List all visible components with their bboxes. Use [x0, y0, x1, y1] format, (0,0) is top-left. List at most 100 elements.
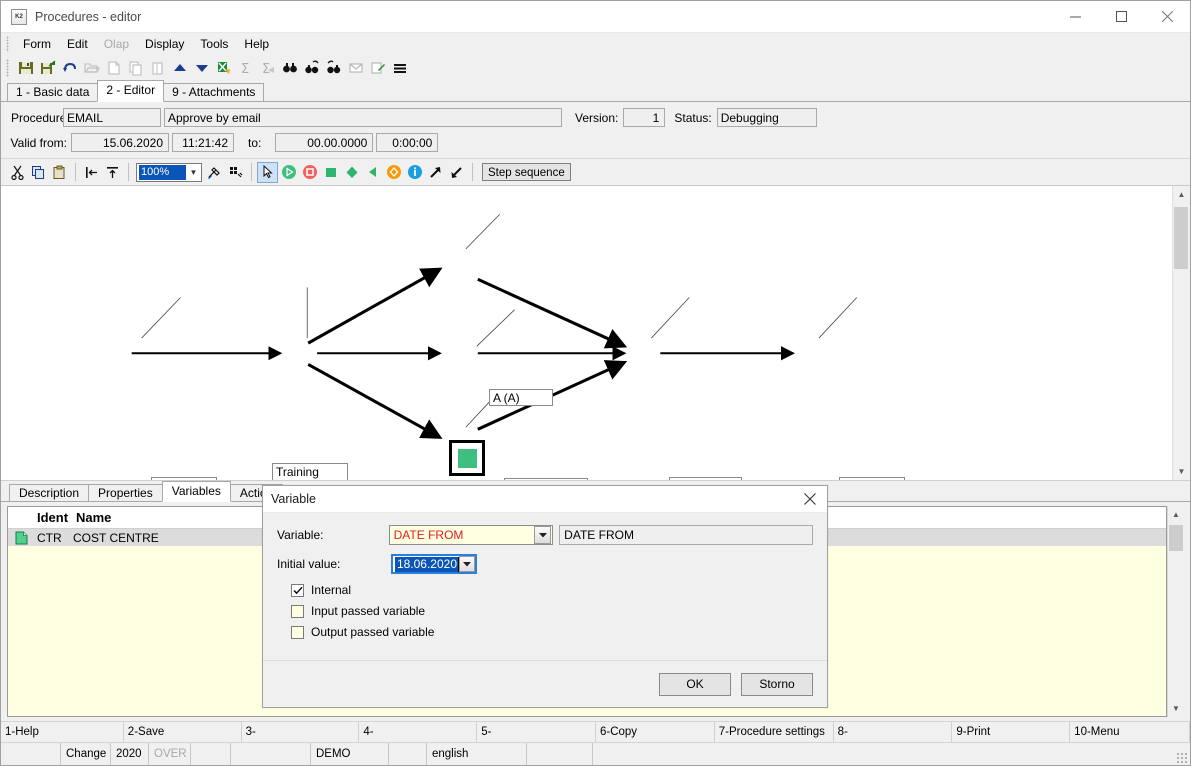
diagram-node-approve-1[interactable] — [449, 440, 485, 476]
fkey-4[interactable]: 4- — [359, 722, 478, 742]
checkbox-input-passed[interactable] — [291, 604, 304, 618]
fkey-10-menu[interactable]: 10-Menu — [1070, 722, 1190, 742]
fkey-9-print[interactable]: 9-Print — [952, 722, 1071, 742]
mail-icon[interactable] — [345, 57, 367, 79]
find-previous-icon[interactable] — [323, 57, 345, 79]
step-sequence-button[interactable]: Step sequence — [482, 163, 571, 181]
chevron-down-icon[interactable]: ▼ — [186, 168, 201, 177]
notes-icon[interactable] — [367, 57, 389, 79]
checkbox-input-passed-row[interactable]: Input passed variable — [291, 604, 813, 618]
cancel-button[interactable]: Storno — [741, 672, 813, 696]
end-node-icon[interactable] — [299, 162, 320, 183]
procedure-code-field[interactable]: EMAIL — [63, 108, 161, 127]
connector-out-icon[interactable] — [425, 162, 446, 183]
minimize-button[interactable] — [1052, 1, 1098, 32]
open-folder-icon[interactable] — [81, 57, 103, 79]
valid-from-time-field[interactable]: 11:21:42 — [172, 133, 234, 152]
tab-editor[interactable]: 2 - Editor — [97, 80, 165, 102]
valid-to-date-field[interactable]: 00.00.0000 — [275, 133, 374, 152]
menu-icon[interactable] — [389, 57, 411, 79]
grid-vertical-scrollbar[interactable]: ▲ ▼ — [1167, 506, 1184, 717]
title-bar: K2 Procedures - editor — [1, 1, 1190, 33]
variable-select[interactable]: DATE FROM — [388, 525, 554, 545]
fkey-5[interactable]: 5- — [477, 722, 596, 742]
save-as-icon[interactable] — [37, 57, 59, 79]
new-document-icon[interactable] — [103, 57, 125, 79]
menu-form[interactable]: Form — [15, 35, 59, 53]
valid-to-time-field[interactable]: 0:00:00 — [376, 133, 439, 152]
settings-icon[interactable] — [225, 162, 246, 183]
sum-icon[interactable]: Σ — [235, 57, 257, 79]
cut-icon[interactable] — [7, 162, 28, 183]
copy-icon[interactable] — [28, 162, 49, 183]
grid-header-ident[interactable]: Ident — [34, 510, 73, 525]
move-down-icon[interactable] — [191, 57, 213, 79]
find-icon[interactable] — [279, 57, 301, 79]
status-field[interactable]: Debugging — [716, 108, 817, 127]
procedure-name-field[interactable]: Approve by email — [164, 108, 562, 127]
zoom-select[interactable]: 100% ▼ — [136, 162, 202, 182]
align-left-icon[interactable] — [81, 162, 102, 183]
checkbox-internal[interactable] — [291, 583, 304, 597]
fkey-2-save[interactable]: 2-Save — [124, 722, 242, 742]
tools-icon[interactable] — [204, 162, 225, 183]
tab-description[interactable]: Description — [9, 484, 90, 501]
chevron-down-icon[interactable] — [534, 526, 552, 544]
canvas-vertical-scrollbar[interactable]: ▲ ▼ — [1172, 186, 1190, 480]
menu-help[interactable]: Help — [236, 35, 277, 53]
info-node-icon[interactable] — [404, 162, 425, 183]
select-arrow-icon[interactable] — [257, 161, 278, 183]
align-top-icon[interactable] — [102, 162, 123, 183]
close-button[interactable] — [1144, 1, 1190, 32]
valid-from-date-field[interactable]: 15.06.2020 — [71, 133, 169, 152]
find-next-icon[interactable] — [301, 57, 323, 79]
action-node-icon[interactable] — [320, 162, 341, 183]
paste-icon[interactable] — [49, 162, 70, 183]
toolbar-separator — [251, 163, 252, 181]
checkbox-internal-row[interactable]: Internal — [291, 583, 813, 597]
menu-edit[interactable]: Edit — [59, 35, 96, 53]
export-excel-icon[interactable] — [213, 57, 235, 79]
scroll-down-icon[interactable]: ▼ — [1173, 463, 1190, 480]
fkey-8[interactable]: 8- — [834, 722, 953, 742]
move-up-icon[interactable] — [169, 57, 191, 79]
cell-ident: CTR — [37, 530, 62, 545]
copy-icon[interactable] — [125, 57, 147, 79]
tab-attachments[interactable]: 9 - Attachments — [163, 83, 265, 101]
save-icon[interactable] — [15, 57, 37, 79]
version-field[interactable]: 1 — [623, 108, 666, 127]
chevron-down-icon[interactable] — [459, 556, 475, 572]
filter-icon[interactable]: Σ — [257, 57, 279, 79]
condition-node-icon[interactable] — [362, 162, 383, 183]
scrollbar-track[interactable] — [1173, 203, 1190, 463]
paste-icon[interactable] — [147, 57, 169, 79]
menu-display[interactable]: Display — [137, 35, 192, 53]
diagram-canvas[interactable]: Start Training requirement A (A) Approve… — [1, 186, 1172, 480]
scroll-up-icon[interactable]: ▲ — [1173, 186, 1190, 203]
start-node-icon[interactable] — [278, 162, 299, 183]
fkey-3[interactable]: 3- — [242, 722, 360, 742]
initial-value-input[interactable]: 18.06.2020 — [391, 554, 477, 574]
scrollbar-thumb[interactable] — [1174, 207, 1188, 269]
tab-basic-data[interactable]: 1 - Basic data — [7, 83, 99, 101]
toolbar-separator — [472, 163, 473, 181]
maximize-button[interactable] — [1098, 1, 1144, 32]
close-icon[interactable] — [793, 487, 827, 512]
fkey-7-procedure-settings[interactable]: 7-Procedure settings — [715, 722, 834, 742]
undo-icon[interactable] — [59, 57, 81, 79]
checkbox-output-passed-row[interactable]: Output passed variable — [291, 625, 813, 639]
ok-button[interactable]: OK — [659, 672, 731, 696]
fkey-6-copy[interactable]: 6-Copy — [596, 722, 715, 742]
connector-in-icon[interactable] — [446, 162, 467, 183]
fkey-1-help[interactable]: 1-Help — [1, 722, 124, 742]
event-node-icon[interactable] — [383, 162, 404, 183]
scrollbar-thumb[interactable] — [1169, 525, 1183, 551]
menu-tools[interactable]: Tools — [192, 35, 236, 53]
tab-variables[interactable]: Variables — [161, 481, 231, 502]
checkbox-output-passed[interactable] — [291, 625, 304, 639]
scroll-up-icon[interactable]: ▲ — [1168, 506, 1185, 523]
resize-grip[interactable] — [1176, 752, 1188, 764]
decision-node-icon[interactable] — [341, 162, 362, 183]
tab-properties[interactable]: Properties — [88, 484, 163, 501]
scroll-down-icon[interactable]: ▼ — [1168, 700, 1185, 717]
